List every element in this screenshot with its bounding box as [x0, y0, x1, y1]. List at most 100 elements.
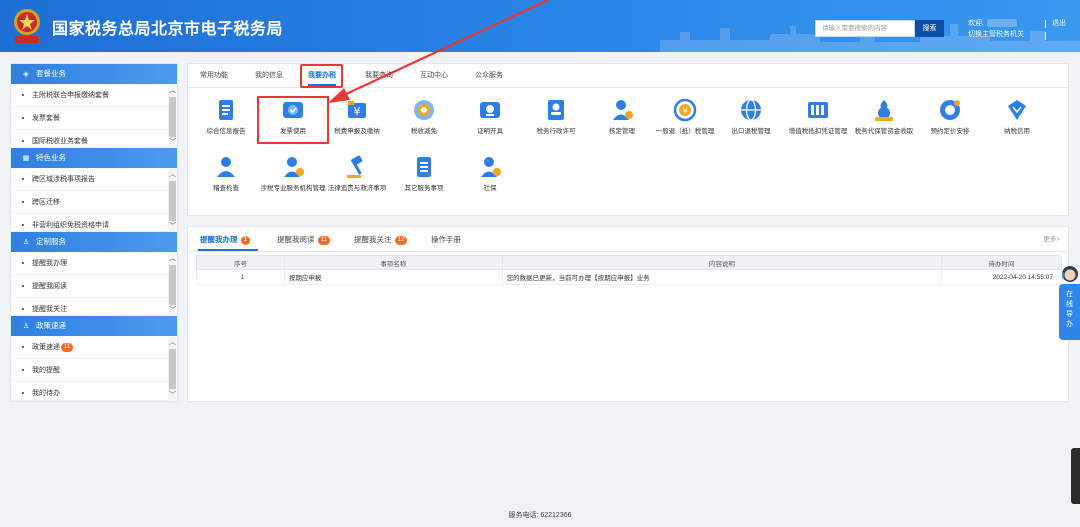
sidebar-section-features[interactable]: ▦ 特色业务 — [11, 148, 177, 168]
sidebar-scrollbar[interactable]: ︿ ﹀ — [168, 337, 177, 401]
function-label: 核定管理 — [609, 128, 635, 135]
function-pricing-arrangement[interactable]: 预约定价安排 — [915, 97, 985, 136]
sidebar-scrollbar[interactable]: ︿ ﹀ — [168, 85, 177, 148]
user-icon: ♙ — [22, 323, 30, 330]
chevron-up-icon[interactable]: ︿ — [168, 86, 177, 95]
function-refund[interactable]: ¥ 一般退（抵）税管理 — [650, 97, 720, 136]
function-inspection[interactable]: 稽查检查 — [191, 154, 261, 193]
function-custody-funds[interactable]: 税务代保管资金收取 — [849, 97, 919, 136]
sidebar-section-packages[interactable]: ◈ 套餐业务 — [11, 64, 177, 84]
other-services-icon — [417, 157, 431, 177]
more-link[interactable]: 更多> — [1043, 227, 1060, 252]
sidebar-scrollbar[interactable]: ︿ ﹀ — [168, 253, 177, 316]
assistant-avatar-icon — [1062, 266, 1078, 282]
cell-desc: 您的数据已更新，当前可办理【按期应申报】业务 — [501, 269, 943, 285]
chevron-down-icon[interactable]: ﹀ — [168, 138, 177, 147]
scroll-thumb[interactable] — [169, 97, 176, 137]
chevron-up-icon[interactable]: ︿ — [168, 338, 177, 347]
sidebar-item[interactable]: 提醒我办理 — [11, 253, 167, 275]
sidebar-item[interactable]: 提醒我阅读 — [11, 276, 167, 298]
bullet-icon — [22, 369, 24, 372]
scroll-thumb[interactable] — [169, 349, 176, 389]
function-vat-voucher[interactable]: 增值税抵扣凭证管理 — [783, 97, 853, 136]
count-badge: 11 — [61, 342, 74, 352]
function-agency-management[interactable]: 涉税专业服务机构管理 — [258, 154, 328, 193]
tab-public-service[interactable]: 公众服务 — [475, 64, 503, 88]
function-document-list[interactable]: 综合信息报告 — [191, 97, 261, 136]
search-input[interactable]: 请输入需要搜索的内容 — [815, 20, 915, 37]
sidebar-item[interactable]: 我的提醒 — [11, 360, 167, 382]
vat-voucher-icon — [808, 102, 828, 118]
count-badge: 11 — [317, 235, 330, 245]
function-label: 证明开具 — [477, 128, 503, 135]
sidebar-item[interactable]: 主附税联合申报缴纳套餐 — [11, 85, 167, 107]
cell-name[interactable]: 按期应申报 — [283, 269, 503, 285]
sidebar-scrollbar[interactable]: ︿ ﹀ — [168, 169, 177, 232]
sidebar-section-policy[interactable]: ♙ 政策速递 — [11, 316, 177, 336]
sidebar-item[interactable]: 非营利组织免税资格申请 — [11, 215, 167, 232]
chevron-down-icon[interactable]: ﹀ — [168, 222, 177, 231]
sidebar-item[interactable]: 国际税收业务套餐 — [11, 131, 167, 148]
scroll-thumb[interactable] — [169, 181, 176, 221]
tab-query[interactable]: 我要查询 — [365, 64, 393, 88]
sidebar-item[interactable]: 发票套餐 — [11, 108, 167, 130]
online-help-widget[interactable]: 在线导办 — [1059, 262, 1080, 340]
switch-agency-link[interactable]: 切换主管税务机关 — [968, 29, 1024, 40]
tax-credit-icon — [1008, 100, 1026, 120]
tab-common-functions[interactable]: 常用功能 — [200, 64, 228, 88]
function-legal-remedy[interactable]: 法律追责与救济事项 — [322, 154, 392, 193]
function-certificate[interactable]: 证明开具 — [455, 97, 525, 136]
function-label: 税务行政许可 — [536, 128, 576, 135]
function-tax-payment[interactable]: ¥ 税费申报及缴纳 — [322, 97, 392, 136]
search-button[interactable]: 搜索 — [915, 20, 944, 37]
bullet-icon — [22, 392, 24, 395]
document-list-icon — [219, 100, 233, 120]
function-label: 税收减免 — [411, 128, 437, 135]
tab-manual[interactable]: 操作手册 — [431, 227, 461, 252]
header-bar: 国家税务总局北京市电子税务局 请输入需要搜索的内容 搜索 欢迎, 切换主管税务机… — [0, 0, 1080, 52]
scroll-thumb[interactable] — [169, 265, 176, 305]
side-handle[interactable] — [1071, 448, 1080, 504]
sidebar-item[interactable]: 我的待办 — [11, 383, 167, 401]
tax-payment-icon: ¥ — [348, 101, 366, 118]
sidebar-item[interactable]: 跨区域涉税事项报告 — [11, 169, 167, 191]
reminder-tabs: 提醒我办理 1 提醒我阅读 11 提醒我关注 12 操作手册 更多> — [188, 227, 1068, 252]
tab-remind-read[interactable]: 提醒我阅读 11 — [277, 227, 330, 252]
function-other-services[interactable]: 其它服务事项 — [389, 154, 459, 193]
sidebar-item[interactable]: 跨区迁移 — [11, 192, 167, 214]
logout-link[interactable]: 退出 — [1052, 18, 1066, 28]
function-admin-license[interactable]: 税务行政许可 — [521, 97, 591, 136]
column-header: 内容说明 — [501, 255, 943, 270]
sidebar-section-custom[interactable]: ♙ 定制服务 — [11, 232, 177, 252]
sidebar-item-label: 国际税收业务套餐 — [32, 138, 88, 145]
chevron-down-icon[interactable]: ﹀ — [168, 306, 177, 315]
function-social-security[interactable]: 社保 — [455, 154, 525, 193]
user-name-redacted — [986, 19, 1017, 28]
sidebar-item[interactable]: 提醒我关注 — [11, 299, 167, 316]
agency-management-icon — [284, 157, 304, 177]
tab-label: 操作手册 — [431, 235, 461, 244]
function-label: 法律追责与救济事项 — [327, 185, 387, 192]
function-export-refund[interactable]: 出口退税管理 — [716, 97, 786, 136]
function-tax-reduction[interactable]: 税收减免 — [389, 97, 459, 136]
chevron-down-icon[interactable]: ﹀ — [168, 391, 177, 400]
table-row[interactable]: 1 按期应申报 您的数据已更新，当前可办理【按期应申报】业务 2022-04-2… — [196, 269, 1062, 285]
user-area: 欢迎, 切换主管税务机关 — [968, 18, 1024, 40]
column-header: 序号 — [196, 255, 285, 270]
function-tax-credit[interactable]: 纳税信用 — [982, 97, 1052, 136]
tab-highlight-box — [300, 64, 343, 88]
tab-my-info[interactable]: 我的信息 — [255, 64, 283, 88]
export-refund-icon — [741, 99, 761, 121]
site-title: 国家税务总局北京市电子税务局 — [52, 21, 284, 38]
sidebar-item-label: 跨区域涉税事项报告 — [32, 176, 95, 183]
divider — [1045, 20, 1046, 28]
function-label: 增值税抵扣凭证管理 — [788, 128, 848, 135]
svg-text:¥: ¥ — [354, 105, 361, 118]
function-assessment[interactable]: 核定管理 — [587, 97, 657, 136]
tab-label: 提醒我阅读 — [277, 235, 315, 244]
chevron-up-icon[interactable]: ︿ — [168, 170, 177, 179]
tab-interaction-center[interactable]: 互动中心 — [420, 64, 448, 88]
chevron-up-icon[interactable]: ︿ — [168, 254, 177, 263]
sidebar-item[interactable]: 政策速递 11 — [11, 337, 167, 359]
tab-remind-follow[interactable]: 提醒我关注 12 — [354, 227, 408, 252]
